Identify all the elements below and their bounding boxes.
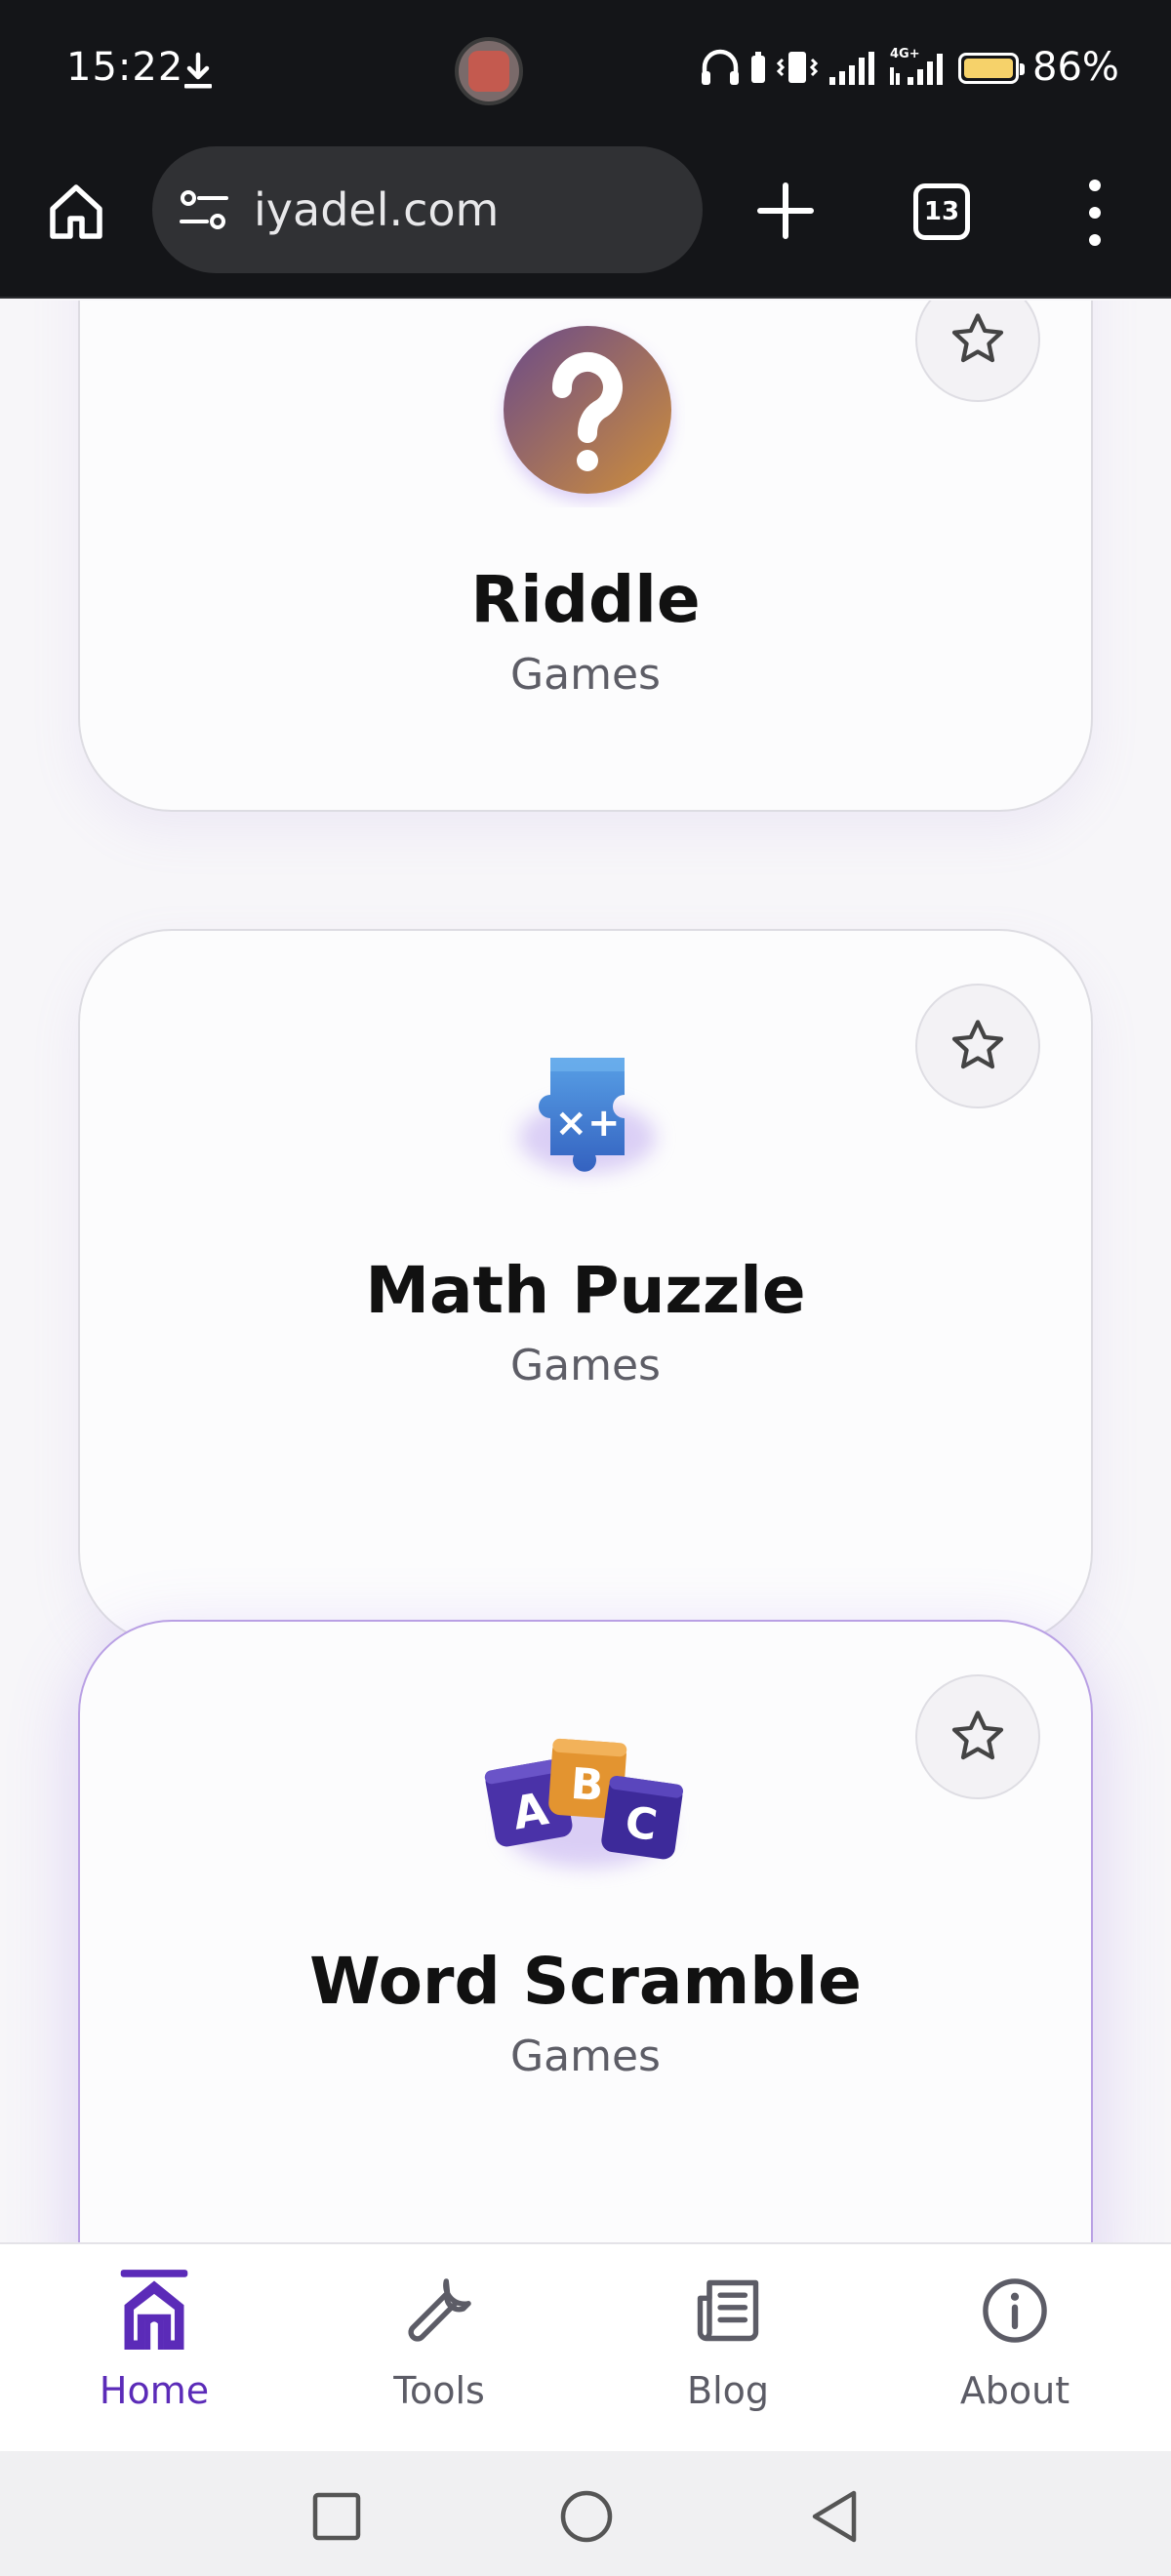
status-time: 15:22 [66, 45, 184, 90]
nav-label: Home [99, 2369, 210, 2412]
favorite-button[interactable] [915, 1674, 1040, 1799]
nav-label: Tools [393, 2369, 485, 2412]
square-icon [312, 2492, 361, 2541]
home-icon [50, 184, 102, 239]
bottom-navigation: Home Tools Blog About [0, 2242, 1171, 2451]
browser-home-button[interactable] [39, 174, 113, 248]
earbuds-battery-icon [751, 52, 765, 83]
nav-label: Blog [687, 2369, 769, 2412]
card-title: Riddle [470, 562, 701, 637]
card-word-scramble[interactable]: A B C Word Scramble Games [78, 1620, 1093, 2242]
tool-list: Riddle Games ×+ Math Puzzle Games A B C … [0, 301, 1171, 2242]
battery-percent: 86% [1032, 45, 1119, 90]
question-mark-icon [470, 312, 705, 507]
home-icon [115, 2264, 193, 2357]
card-math-puzzle[interactable]: ×+ Math Puzzle Games [78, 929, 1093, 1645]
star-icon [951, 313, 1004, 363]
address-bar[interactable]: iyadel.com [152, 146, 703, 273]
abc-blocks-icon: A B C [470, 1702, 705, 1897]
card-riddle[interactable]: Riddle Games [78, 301, 1093, 812]
nav-blog[interactable]: Blog [582, 2244, 874, 2453]
home-system-button[interactable] [552, 2482, 621, 2551]
wrench-icon [400, 2264, 478, 2357]
tab-switcher-button[interactable]: 13 [913, 183, 970, 240]
site-settings-icon[interactable] [178, 187, 230, 232]
svg-text:×+: ×+ [554, 1101, 620, 1146]
tab-count: 13 [923, 197, 960, 226]
url-text[interactable]: iyadel.com [254, 183, 499, 236]
newspaper-icon [689, 2264, 767, 2357]
signal-4g-icon: 4G+ [890, 47, 943, 85]
nav-home[interactable]: Home [8, 2244, 301, 2453]
headphones-icon [702, 49, 739, 85]
notification-avatar-icon [455, 37, 523, 105]
back-button[interactable] [800, 2482, 868, 2551]
nav-label: About [959, 2369, 1070, 2412]
card-title: Math Puzzle [365, 1253, 806, 1328]
download-icon [184, 52, 212, 89]
card-category: Games [510, 650, 661, 700]
recents-button[interactable] [303, 2482, 371, 2551]
star-icon [951, 1020, 1004, 1069]
info-icon [976, 2264, 1054, 2357]
favorite-button[interactable] [915, 301, 1040, 402]
network-type-label: 4G+ [890, 47, 920, 61]
system-navigation-bar [0, 2451, 1171, 2576]
browser-menu-icon[interactable] [1073, 176, 1116, 250]
favorite-button[interactable] [915, 984, 1040, 1108]
status-bar: 15:22 4G+ 86% [0, 0, 1171, 142]
new-tab-icon[interactable] [751, 174, 820, 248]
card-category: Games [510, 1341, 661, 1390]
circle-icon [560, 2490, 613, 2543]
card-title: Word Scramble [309, 1944, 862, 2019]
nav-tools[interactable]: Tools [293, 2244, 586, 2453]
status-icons: 4G+ [699, 45, 952, 90]
browser-toolbar: iyadel.com 13 [0, 142, 1171, 299]
signal-1-icon [829, 52, 874, 85]
star-icon [951, 1711, 1004, 1760]
back-triangle-icon [812, 2490, 857, 2543]
svg-text:B: B [569, 1759, 605, 1811]
battery-icon [958, 53, 1025, 84]
nav-about[interactable]: About [868, 2244, 1161, 2453]
puzzle-piece-icon: ×+ [470, 1011, 705, 1206]
card-category: Games [510, 2032, 661, 2081]
vibrate-icon [776, 52, 819, 83]
